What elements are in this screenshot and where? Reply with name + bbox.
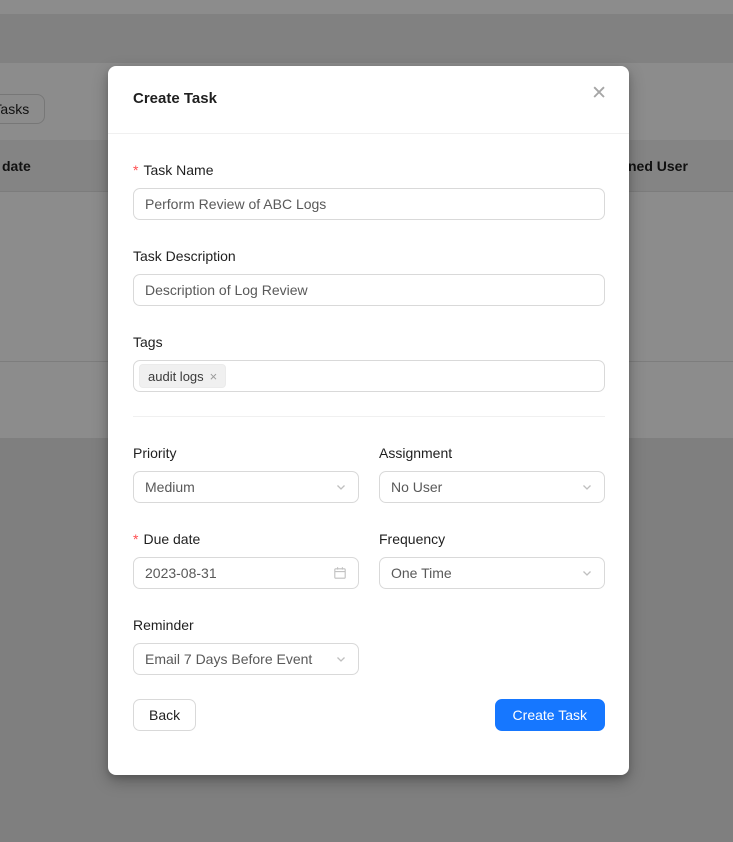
required-asterisk: * [133,160,138,180]
modal-footer: Back Create Task [133,699,605,731]
assignment-select[interactable]: No User [379,471,605,503]
frequency-select[interactable]: One Time [379,557,605,589]
close-icon[interactable]: ✕ [587,80,611,107]
due-date-label: * Due date [133,529,359,549]
priority-label: Priority [133,443,359,463]
priority-value: Medium [145,479,195,495]
reminder-value: Email 7 Days Before Event [145,651,312,667]
task-description-label: Task Description [133,246,605,266]
due-date-value: 2023-08-31 [145,565,217,581]
chevron-down-icon [581,481,593,493]
reminder-label: Reminder [133,615,359,635]
create-task-button[interactable]: Create Task [495,699,605,731]
required-asterisk: * [133,529,138,549]
tag-chip: audit logs × [139,364,226,388]
task-name-label: * Task Name [133,160,605,180]
tag-chip-text: audit logs [148,369,204,384]
chevron-down-icon [581,567,593,579]
create-task-modal: Create Task ✕ * Task Name Perform Review… [108,66,629,775]
assignment-value: No User [391,479,442,495]
tag-remove-icon[interactable]: × [210,370,218,383]
calendar-icon [333,566,347,580]
chevron-down-icon [335,653,347,665]
modal-header: Create Task ✕ [108,66,629,134]
task-name-value: Perform Review of ABC Logs [145,196,326,212]
task-name-input[interactable]: Perform Review of ABC Logs [133,188,605,220]
frequency-label: Frequency [379,529,605,549]
reminder-select[interactable]: Email 7 Days Before Event [133,643,359,675]
task-description-value: Description of Log Review [145,282,308,298]
task-description-input[interactable]: Description of Log Review [133,274,605,306]
chevron-down-icon [335,481,347,493]
tags-input[interactable]: audit logs × [133,360,605,392]
assignment-label: Assignment [379,443,605,463]
back-button[interactable]: Back [133,699,196,731]
due-date-input[interactable]: 2023-08-31 [133,557,359,589]
modal-title: Create Task [133,90,217,107]
priority-select[interactable]: Medium [133,471,359,503]
tags-label: Tags [133,332,605,352]
frequency-value: One Time [391,565,452,581]
modal-body: * Task Name Perform Review of ABC Logs T… [108,160,629,731]
